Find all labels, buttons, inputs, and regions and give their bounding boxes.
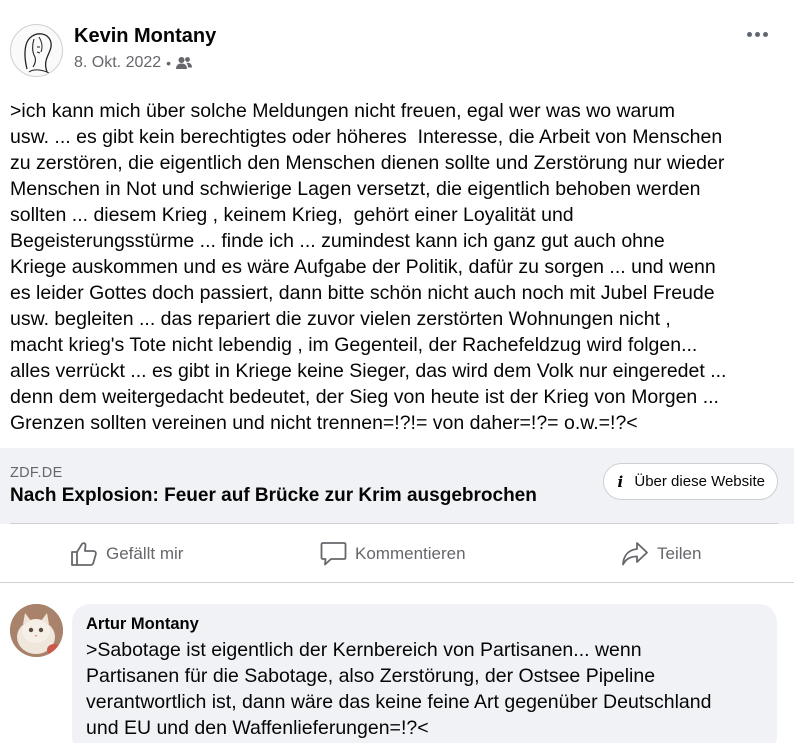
link-title[interactable]: Nach Explosion: Feuer auf Brücke zur Kri… bbox=[10, 485, 537, 507]
comment-icon bbox=[320, 542, 347, 566]
more-options-icon[interactable] bbox=[742, 22, 772, 46]
share-label: Teilen bbox=[657, 544, 702, 563]
comment-label: Kommentieren bbox=[355, 544, 466, 563]
share-button[interactable]: Teilen bbox=[621, 530, 701, 578]
friends-icon[interactable] bbox=[176, 56, 193, 70]
link-domain: ZDF.DE bbox=[10, 465, 63, 481]
comment-text: >Sabotage ist eigentlich der Kernbereich… bbox=[86, 639, 712, 739]
info-icon: i bbox=[617, 472, 624, 491]
commenter-avatar[interactable] bbox=[10, 604, 63, 657]
about-website-label: Über diese Website bbox=[634, 473, 765, 490]
divider bbox=[10, 523, 778, 524]
divider bbox=[0, 582, 794, 583]
more-dot bbox=[762, 31, 768, 37]
share-arrow-icon bbox=[622, 542, 648, 566]
post-header: Kevin Montany 8. Okt. 2022 • bbox=[0, 0, 794, 90]
cat-photo-icon bbox=[10, 604, 63, 657]
post-date[interactable]: 8. Okt. 2022 bbox=[74, 54, 161, 72]
post-actions-bar: Gefällt mir Kommentieren Teilen bbox=[0, 530, 794, 578]
thumbs-up-icon bbox=[71, 542, 97, 566]
comment-author-name[interactable]: Artur Montany bbox=[86, 613, 763, 635]
like-button[interactable]: Gefällt mir bbox=[70, 530, 183, 578]
sketch-portrait-icon bbox=[24, 33, 52, 74]
comment-bubble: Artur Montany >Sabotage ist eigentlich d… bbox=[72, 604, 777, 743]
meta-separator: • bbox=[166, 55, 172, 71]
more-dot bbox=[746, 31, 752, 37]
like-label: Gefällt mir bbox=[106, 544, 184, 563]
post-body-text: >ich kann mich über solche Meldungen nic… bbox=[10, 100, 727, 434]
author-avatar[interactable] bbox=[10, 24, 63, 77]
link-preview-card[interactable]: ZDF.DE Nach Explosion: Feuer auf Brücke … bbox=[0, 448, 794, 524]
about-website-button[interactable]: i Über diese Website bbox=[603, 463, 778, 500]
post-author-name[interactable]: Kevin Montany bbox=[74, 25, 216, 48]
post-meta: 8. Okt. 2022 • bbox=[74, 54, 193, 72]
comment-button[interactable]: Kommentieren bbox=[320, 530, 466, 578]
more-dot bbox=[754, 31, 760, 37]
